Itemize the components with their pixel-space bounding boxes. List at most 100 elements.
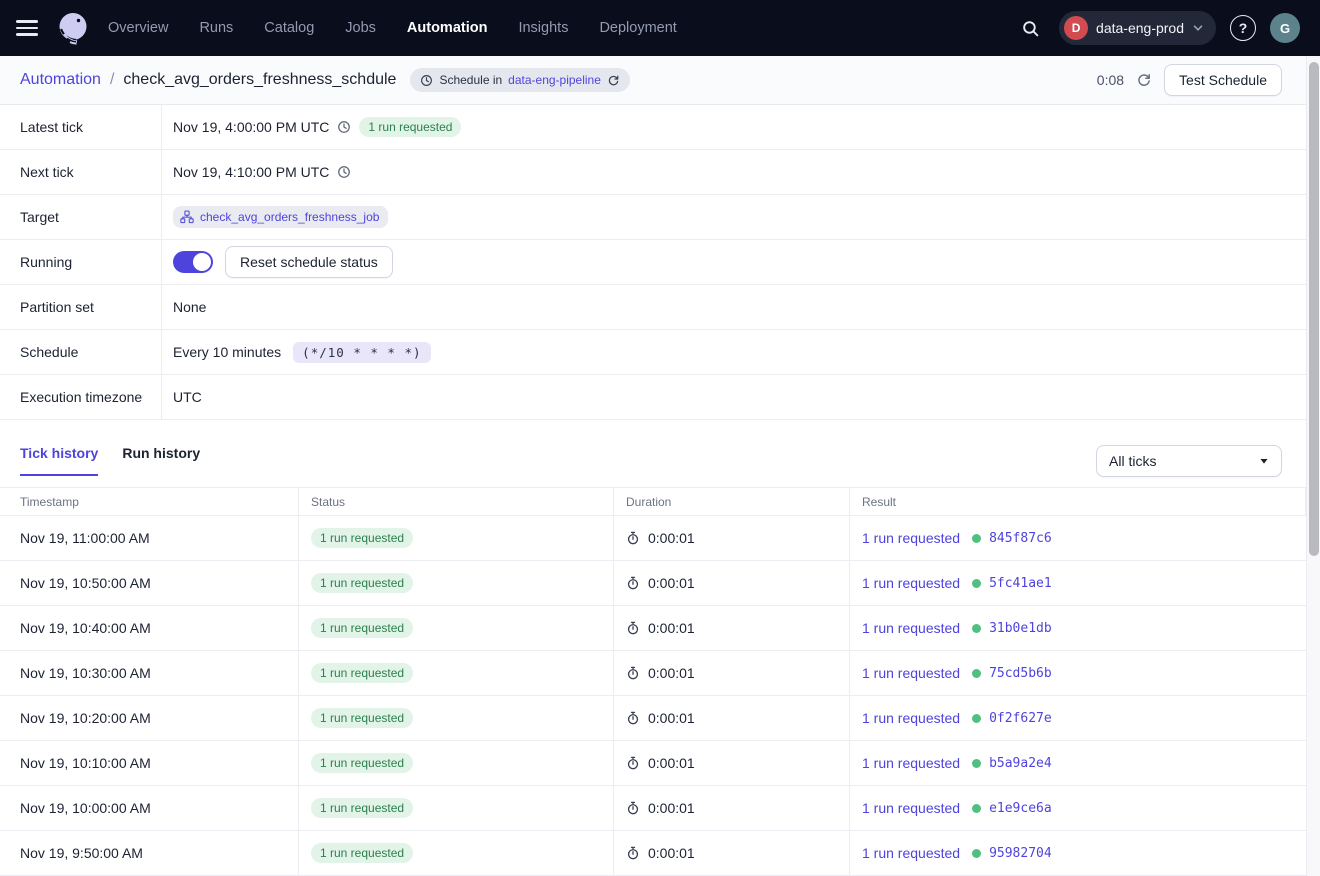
top-nav: Overview Runs Catalog Jobs Automation In… [0,0,1320,56]
running-toggle[interactable] [173,251,213,273]
tick-timestamp: Nov 19, 9:50:00 AM [20,845,143,861]
nav-item-jobs[interactable]: Jobs [345,20,376,36]
tick-duration: 0:00:01 [648,845,695,861]
table-row: Nov 19, 10:30:00 AM 1 run requested 0:00… [0,651,1306,696]
column-header-duration: Duration [614,488,850,515]
breadcrumb-automation-link[interactable]: Automation [20,71,101,89]
column-header-timestamp: Timestamp [0,488,299,515]
run-id-link[interactable]: 845f87c6 [989,531,1052,546]
reload-icon[interactable] [607,74,620,87]
tick-timestamp: Nov 19, 10:50:00 AM [20,575,151,591]
run-status-dot [972,669,981,678]
tick-status-badge: 1 run requested [311,753,413,773]
table-row: Nov 19, 11:00:00 AM 1 run requested 0:00… [0,516,1306,561]
detail-row-schedule: Schedule Every 10 minutes (*/10 * * * *) [0,330,1306,375]
tick-result-link[interactable]: 1 run requested [862,575,960,591]
tick-result-link[interactable]: 1 run requested [862,755,960,771]
nav-item-insights[interactable]: Insights [518,20,568,36]
tick-duration: 0:00:01 [648,710,695,726]
detail-label: Latest tick [0,105,162,149]
run-status-dot [972,579,981,588]
nav-item-overview[interactable]: Overview [108,20,168,36]
deployment-name: data-eng-prod [1096,20,1184,36]
tick-status-badge: 1 run requested [311,708,413,728]
user-avatar[interactable]: G [1270,13,1300,43]
dagster-logo-icon[interactable] [54,9,92,47]
tick-filter-select[interactable]: All ticks [1096,445,1282,477]
tick-status-badge: 1 run requested [311,663,413,683]
tick-timestamp: Nov 19, 11:00:00 AM [20,530,150,546]
pipeline-link[interactable]: data-eng-pipeline [508,73,601,87]
run-id-link[interactable]: 75cd5b6b [989,666,1052,681]
badge-prefix: Schedule in [439,73,502,87]
refresh-countdown: 0:08 [1097,72,1124,88]
search-icon[interactable] [1015,13,1045,43]
target-job-link[interactable]: check_avg_orders_freshness_job [200,210,379,224]
timezone-value: UTC [173,389,202,405]
refresh-icon[interactable] [1136,72,1152,88]
tick-result-link[interactable]: 1 run requested [862,800,960,816]
latest-tick-status-badge: 1 run requested [359,117,461,137]
schedule-description: Every 10 minutes [173,344,281,360]
tick-timestamp: Nov 19, 10:20:00 AM [20,710,151,726]
page-header: Automation / check_avg_orders_freshness_… [0,56,1306,105]
schedule-page: Overview Runs Catalog Jobs Automation In… [0,0,1320,876]
nav-links: Overview Runs Catalog Jobs Automation In… [108,20,677,36]
detail-row-partition-set: Partition set None [0,285,1306,330]
detail-label: Next tick [0,150,162,194]
stopwatch-icon [626,756,640,770]
run-id-link[interactable]: 31b0e1db [989,621,1052,636]
nav-item-automation[interactable]: Automation [407,20,488,36]
detail-label: Schedule [0,330,162,374]
run-id-link[interactable]: 0f2f627e [989,711,1052,726]
table-row: Nov 19, 10:50:00 AM 1 run requested 0:00… [0,561,1306,606]
column-header-result: Result [850,488,1306,515]
tick-status-badge: 1 run requested [311,573,413,593]
nav-item-deployment[interactable]: Deployment [599,20,676,36]
tick-duration: 0:00:01 [648,755,695,771]
deployment-switcher[interactable]: D data-eng-prod [1059,11,1216,45]
test-schedule-button[interactable]: Test Schedule [1164,64,1282,96]
run-status-dot [972,534,981,543]
tick-status-badge: 1 run requested [311,798,413,818]
next-tick-time: Nov 19, 4:10:00 PM UTC [173,164,329,180]
nav-item-runs[interactable]: Runs [199,20,233,36]
tick-history-table: Timestamp Status Duration Result Nov 19,… [0,487,1306,876]
run-id-link[interactable]: b5a9a2e4 [989,756,1052,771]
partition-set-value: None [173,299,206,315]
run-id-link[interactable]: 95982704 [989,846,1052,861]
tick-status-badge: 1 run requested [311,528,413,548]
help-icon[interactable]: ? [1230,15,1256,41]
stopwatch-icon [626,621,640,635]
tick-filter-value: All ticks [1109,453,1156,469]
tick-result-link[interactable]: 1 run requested [862,530,960,546]
tick-status-badge: 1 run requested [311,618,413,638]
detail-label: Partition set [0,285,162,329]
run-status-dot [972,624,981,633]
column-header-status: Status [299,488,614,515]
tab-tick-history[interactable]: Tick history [20,445,98,476]
scrollbar-thumb[interactable] [1309,62,1319,556]
table-row: Nov 19, 10:10:00 AM 1 run requested 0:00… [0,741,1306,786]
tab-run-history[interactable]: Run history [122,445,200,476]
table-row: Nov 19, 9:50:00 AM 1 run requested 0:00:… [0,831,1306,876]
clock-icon [420,74,433,87]
tick-result-link[interactable]: 1 run requested [862,845,960,861]
schedule-location-badge: Schedule in data-eng-pipeline [410,68,629,92]
run-id-link[interactable]: 5fc41ae1 [989,576,1052,591]
detail-row-latest-tick: Latest tick Nov 19, 4:00:00 PM UTC 1 run… [0,105,1306,150]
tick-result-link[interactable]: 1 run requested [862,620,960,636]
run-status-dot [972,714,981,723]
detail-label: Target [0,195,162,239]
nav-item-catalog[interactable]: Catalog [264,20,314,36]
stopwatch-icon [626,576,640,590]
reset-schedule-status-button[interactable]: Reset schedule status [225,246,393,278]
tick-result-link[interactable]: 1 run requested [862,710,960,726]
target-job-pill: check_avg_orders_freshness_job [173,206,388,228]
history-tabs: Tick history Run history All ticks [0,420,1306,487]
menu-icon[interactable] [16,16,40,40]
tick-result-link[interactable]: 1 run requested [862,665,960,681]
table-row: Nov 19, 10:40:00 AM 1 run requested 0:00… [0,606,1306,651]
table-header: Timestamp Status Duration Result [0,487,1306,516]
run-id-link[interactable]: e1e9ce6a [989,801,1052,816]
